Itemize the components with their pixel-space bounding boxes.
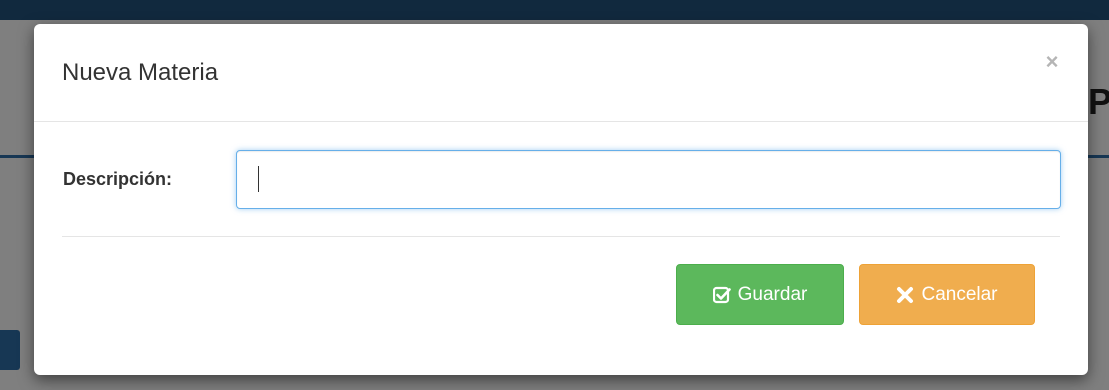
description-input[interactable]	[236, 150, 1061, 209]
close-button[interactable]: ×	[1040, 50, 1064, 74]
save-button-label: Guardar	[737, 283, 808, 305]
check-square-icon	[712, 286, 731, 304]
text-caret	[258, 166, 259, 192]
new-subject-modal: Nueva Materia × Descripción: Guardar Can…	[34, 24, 1088, 375]
footer-divider	[62, 236, 1060, 237]
cancel-button-label: Cancelar	[921, 283, 998, 305]
modal-title: Nueva Materia	[62, 59, 219, 86]
save-button[interactable]: Guardar	[676, 264, 844, 325]
cancel-button[interactable]: Cancelar	[859, 264, 1035, 325]
close-x-icon	[896, 286, 914, 304]
modal-header: Nueva Materia ×	[34, 24, 1088, 122]
description-label: Descripción:	[63, 169, 173, 189]
